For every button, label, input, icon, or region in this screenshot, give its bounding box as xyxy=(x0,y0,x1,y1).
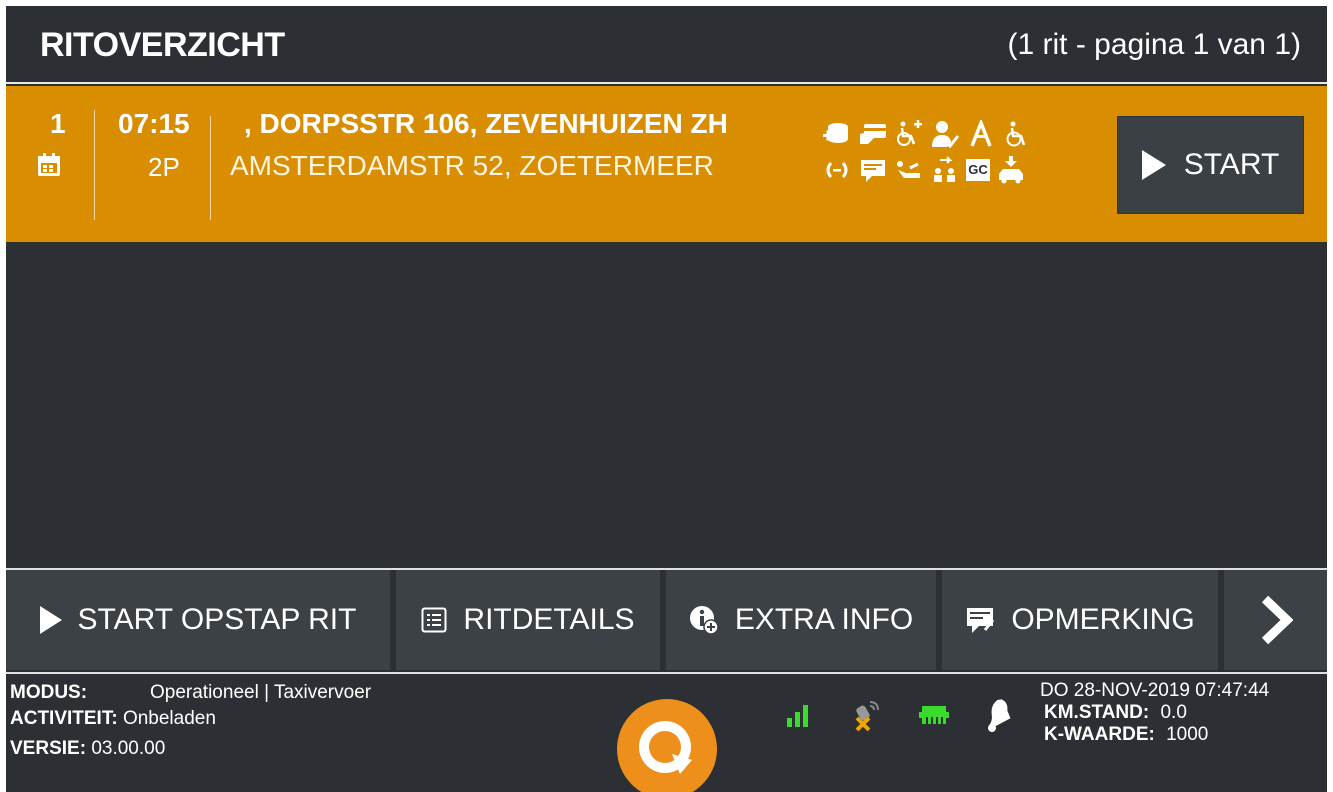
list-icon xyxy=(421,607,447,633)
start-ride-button[interactable]: START xyxy=(1117,116,1304,214)
bell-icon xyxy=(978,696,1014,739)
app-frame: RITOVERZICHT (1 rit - pagina 1 van 1) 1 … xyxy=(6,6,1327,792)
activity-row: ACTIVITEIT: Onbeladen xyxy=(10,708,216,730)
mode-label: MODUS: xyxy=(10,682,88,703)
ride-details-label: RITDETAILS xyxy=(463,603,635,636)
note-icon xyxy=(965,606,995,634)
activity-label: ACTIVITEIT: xyxy=(10,708,118,729)
ride-number: 1 xyxy=(50,108,66,139)
mode-value: Operationeel | Taxivervoer xyxy=(150,682,372,703)
mode-row: MODUS: Operationeel | Taxivervoer xyxy=(10,682,371,704)
k-value-row: K-WAARDE: 1000 xyxy=(1044,724,1208,746)
calendar-icon xyxy=(36,152,62,178)
gps-off-icon xyxy=(852,698,882,737)
activity-value: Onbeladen xyxy=(122,708,216,729)
wheelchair-plus-icon xyxy=(894,120,924,148)
card-payment-icon xyxy=(858,120,888,148)
pickup-address: , DORPSSTR 106, ZEVENHUIZEN ZH xyxy=(244,108,728,139)
remark-button[interactable]: OPMERKING xyxy=(942,570,1224,670)
km-value: 0.0 xyxy=(1160,702,1187,723)
date-time: DO 28-NOV-2019 07:47:44 xyxy=(1040,680,1270,701)
start-pickup-button[interactable]: START OPSTAP RIT xyxy=(6,570,396,670)
car-pickup-icon xyxy=(996,156,1026,184)
start-label: START xyxy=(1183,148,1280,181)
header: RITOVERZICHT (1 rit - pagina 1 van 1) xyxy=(6,6,1327,84)
version-row: VERSIE: 03.00.00 xyxy=(10,738,165,760)
ride-attribute-icons: GC xyxy=(822,118,1094,192)
gc-badge-icon: GC xyxy=(966,159,990,181)
odometer-row: KM.STAND: 0.0 xyxy=(1044,702,1187,724)
version-value: 03.00.00 xyxy=(91,738,166,759)
group-transfer-icon xyxy=(930,156,960,184)
extra-info-button[interactable]: EXTRA INFO xyxy=(666,570,942,670)
ride-row[interactable]: 1 07:15 2P , DORPSSTR 106, ZEVENHUIZEN Z… xyxy=(6,86,1327,242)
phone-connect-icon xyxy=(822,156,852,184)
pagination-info: (1 rit - pagina 1 van 1) xyxy=(1007,28,1301,61)
status-footer: MODUS: Operationeel | Taxivervoer ACTIVI… xyxy=(6,672,1327,792)
ride-list-empty-area xyxy=(6,242,1327,568)
passenger-count: 2P xyxy=(148,152,180,182)
extra-info-label: EXTRA INFO xyxy=(734,603,914,636)
note-icon xyxy=(858,156,888,184)
remark-label: OPMERKING xyxy=(1011,603,1195,636)
km-label: KM.STAND: xyxy=(1044,702,1150,723)
k-label: K-WAARDE: xyxy=(1044,724,1155,745)
play-icon xyxy=(1141,150,1166,180)
version-label: VERSIE: xyxy=(10,738,87,759)
network-icon xyxy=(918,702,950,733)
start-pickup-label: START OPSTAP RIT xyxy=(77,603,357,636)
person-check-icon xyxy=(930,120,960,149)
play-icon xyxy=(39,606,62,634)
dropoff-address: AMSTERDAMSTR 52, ZOETERMEER xyxy=(230,150,714,181)
signal-bars-icon xyxy=(786,702,810,733)
k-value: 1000 xyxy=(1166,724,1209,745)
wheelchair-icon xyxy=(1002,120,1032,148)
page-title: RITOVERZICHT xyxy=(40,26,285,64)
walker-icon xyxy=(966,118,996,148)
ride-details-button[interactable]: RITDETAILS xyxy=(396,570,666,670)
coins-plus-icon xyxy=(822,120,852,148)
next-page-button[interactable] xyxy=(1224,570,1327,670)
action-bar: START OPSTAP RIT RITDETAILS EXTRA INFO O… xyxy=(6,568,1327,672)
reclining-seat-icon xyxy=(894,156,924,184)
info-plus-icon xyxy=(689,605,719,635)
app-logo xyxy=(616,698,718,792)
ride-time: 07:15 xyxy=(118,108,190,139)
chevron-right-icon xyxy=(1259,595,1293,645)
